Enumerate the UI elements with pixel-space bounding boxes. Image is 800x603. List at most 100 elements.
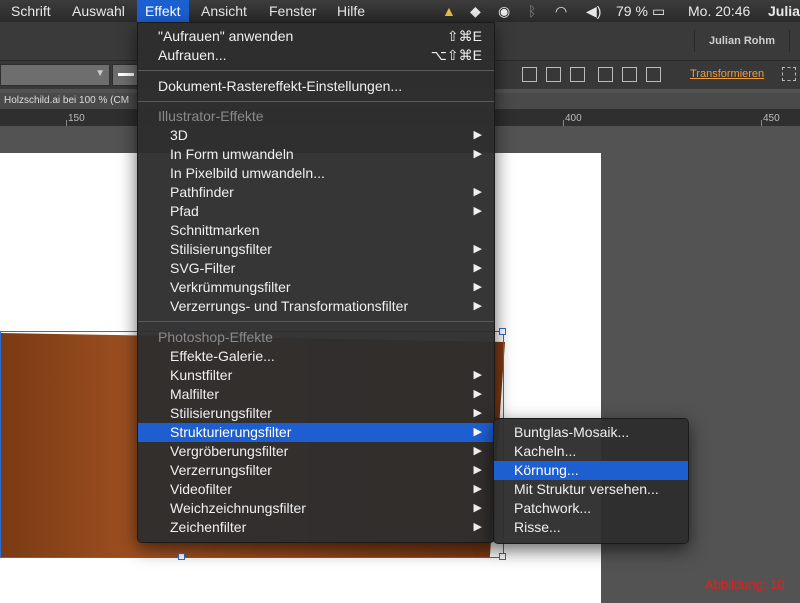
menu-item-label: Stilisierungsfilter xyxy=(170,405,272,421)
menu-item-label: Risse... xyxy=(514,519,561,535)
menu-item-apply-last[interactable]: "Aufrauen" anwenden ⇧⌘E xyxy=(138,27,494,46)
align-middle-icon[interactable] xyxy=(622,67,637,82)
strukturierungsfilter-submenu: Buntglas-Mosaik... Kacheln... Körnung...… xyxy=(493,418,689,544)
user-name-short[interactable]: Julia xyxy=(768,0,800,22)
menu-item-label: Mit Struktur versehen... xyxy=(514,481,659,497)
submenu-arrow-icon: ▶ xyxy=(473,186,482,198)
selection-handle[interactable] xyxy=(499,328,506,335)
menu-fenster[interactable]: Fenster xyxy=(261,0,324,22)
align-right-icon[interactable] xyxy=(570,67,585,82)
menu-item-malfilter[interactable]: Malfilter ▶ xyxy=(138,385,494,404)
battery-icon[interactable]: ▭ xyxy=(652,0,665,22)
menu-item-zeichenfilter[interactable]: Zeichenfilter ▶ xyxy=(138,518,494,537)
menu-item-videofilter[interactable]: Videofilter ▶ xyxy=(138,480,494,499)
selection-handle[interactable] xyxy=(499,553,506,560)
menu-item-label: Zeichenfilter xyxy=(170,519,247,535)
menu-effekt[interactable]: Effekt xyxy=(137,0,189,22)
menu-item-label: Pfad xyxy=(170,203,199,219)
document-title: Holzschild.ai bei 100 % (CM xyxy=(4,95,130,106)
transform-box-icon[interactable] xyxy=(782,67,796,81)
menu-item-in-form-umwandeln[interactable]: In Form umwandeln ▶ xyxy=(138,145,494,164)
menu-item-label: Kacheln... xyxy=(514,443,577,459)
submenu-arrow-icon: ▶ xyxy=(473,388,482,400)
menu-item-pfad[interactable]: Pfad ▶ xyxy=(138,202,494,221)
menu-item-verzerrungs-transformationsfilter[interactable]: Verzerrungs- und Transformationsfilter ▶ xyxy=(138,297,494,316)
menu-item-stilisierungsfilter-ps[interactable]: Stilisierungsfilter ▶ xyxy=(138,404,494,423)
menu-item-stilisierungsfilter-ai[interactable]: Stilisierungsfilter ▶ xyxy=(138,240,494,259)
menu-item-label: SVG-Filter xyxy=(170,260,236,276)
shortcut: ⌥⇧⌘E xyxy=(430,47,482,63)
mac-menubar: Schrift Auswahl Effekt Ansicht Fenster H… xyxy=(0,0,800,22)
submenu-item-kacheln[interactable]: Kacheln... xyxy=(494,442,688,461)
ruler-label: 150 xyxy=(68,113,85,124)
submenu-arrow-icon: ▶ xyxy=(473,148,482,160)
menu-item-label: Vergröberungsfilter xyxy=(170,443,289,459)
menu-item-vergroeberungsfilter[interactable]: Vergröberungsfilter ▶ xyxy=(138,442,494,461)
ruler-label: 400 xyxy=(565,113,582,124)
submenu-arrow-icon: ▶ xyxy=(473,445,482,457)
menu-item-3d[interactable]: 3D ▶ xyxy=(138,126,494,145)
menu-separator xyxy=(138,101,494,102)
menu-item-label: Strukturierungsfilter xyxy=(170,424,292,440)
effekt-menu: "Aufrauen" anwenden ⇧⌘E Aufrauen... ⌥⇧⌘E… xyxy=(137,22,495,543)
menu-separator xyxy=(138,321,494,322)
submenu-item-buntglas-mosaik[interactable]: Buntglas-Mosaik... xyxy=(494,423,688,442)
submenu-arrow-icon: ▶ xyxy=(473,521,482,533)
transform-link[interactable]: Transformieren xyxy=(690,68,764,80)
align-center-icon[interactable] xyxy=(546,67,561,82)
submenu-arrow-icon: ▶ xyxy=(473,281,482,293)
chevron-down-icon: ▼ xyxy=(95,68,105,79)
menu-item-kunstfilter[interactable]: Kunstfilter ▶ xyxy=(138,366,494,385)
align-top-icon[interactable] xyxy=(598,67,613,82)
menu-item-label: Patchwork... xyxy=(514,500,592,516)
submenu-arrow-icon: ▶ xyxy=(473,483,482,495)
stroke-weight-box[interactable] xyxy=(112,64,140,86)
menu-item-label: Buntglas-Mosaik... xyxy=(514,424,630,440)
submenu-arrow-icon: ▶ xyxy=(473,300,482,312)
menu-item-label: Kunstfilter xyxy=(170,367,233,383)
menu-item-label: Körnung... xyxy=(514,462,579,478)
submenu-item-patchwork[interactable]: Patchwork... xyxy=(494,499,688,518)
menu-item-label: In Form umwandeln xyxy=(170,146,294,162)
submenu-item-risse[interactable]: Risse... xyxy=(494,518,688,537)
wifi-icon[interactable]: ◠ xyxy=(555,0,567,22)
menu-item-schnittmarken[interactable]: Schnittmarken xyxy=(138,221,494,240)
menu-item-strukturierungsfilter[interactable]: Strukturierungsfilter ▶ xyxy=(138,423,494,442)
menu-item-label: Dokument-Rastereffekt-Einstellungen... xyxy=(158,78,403,94)
bell-icon[interactable]: ▲ xyxy=(442,0,456,22)
menu-ansicht[interactable]: Ansicht xyxy=(193,0,255,22)
menu-item-label: Videofilter xyxy=(170,481,233,497)
align-left-icon[interactable] xyxy=(522,67,537,82)
submenu-item-mit-struktur-versehen[interactable]: Mit Struktur versehen... xyxy=(494,480,688,499)
submenu-item-koernung[interactable]: Körnung... xyxy=(494,461,688,480)
menu-item-svg-filter[interactable]: SVG-Filter ▶ xyxy=(138,259,494,278)
menu-item-weichzeichnungsfilter[interactable]: Weichzeichnungsfilter ▶ xyxy=(138,499,494,518)
menu-item-last-effect[interactable]: Aufrauen... ⌥⇧⌘E xyxy=(138,46,494,65)
menu-item-raster-settings[interactable]: Dokument-Rastereffekt-Einstellungen... xyxy=(138,77,494,96)
user-account-button[interactable]: Julian Rohm xyxy=(694,30,791,52)
ruler-label: 450 xyxy=(763,113,780,124)
menu-item-in-pixelbild[interactable]: In Pixelbild umwandeln... xyxy=(138,164,494,183)
menu-auswahl[interactable]: Auswahl xyxy=(64,0,133,22)
menu-item-verkruemmungsfilter[interactable]: Verkrümmungsfilter ▶ xyxy=(138,278,494,297)
align-bottom-icon[interactable] xyxy=(646,67,661,82)
style-dropdown[interactable]: ▼ xyxy=(0,64,110,86)
menu-item-label: Schnittmarken xyxy=(170,222,260,238)
clock[interactable]: Mo. 20:46 xyxy=(688,0,750,22)
submenu-arrow-icon: ▶ xyxy=(473,243,482,255)
menu-item-effekte-galerie[interactable]: Effekte-Galerie... xyxy=(138,347,494,366)
sync-icon[interactable]: ◉ xyxy=(498,0,510,22)
bluetooth-icon[interactable]: ᛒ xyxy=(528,0,536,22)
menu-item-label: 3D xyxy=(170,127,188,143)
volume-icon[interactable]: ◀) xyxy=(586,0,601,22)
selection-handle[interactable] xyxy=(178,553,185,560)
figure-label: Abbildung: 10 xyxy=(705,577,785,592)
menu-item-label: Aufrauen... xyxy=(158,47,227,63)
submenu-arrow-icon: ▶ xyxy=(473,464,482,476)
battery-percent: 79 % xyxy=(616,3,648,19)
menu-schrift[interactable]: Schrift xyxy=(3,0,59,22)
menu-item-pathfinder[interactable]: Pathfinder ▶ xyxy=(138,183,494,202)
menu-item-verzerrungsfilter[interactable]: Verzerrungsfilter ▶ xyxy=(138,461,494,480)
menu-hilfe[interactable]: Hilfe xyxy=(329,0,373,22)
dropbox-icon[interactable]: ◆ xyxy=(470,0,481,22)
